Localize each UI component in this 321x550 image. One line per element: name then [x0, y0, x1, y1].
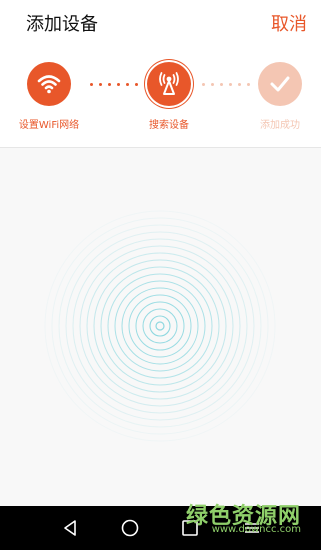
step-3-circle: [258, 62, 302, 106]
dots-done: [90, 83, 138, 87]
step-1-circle: [27, 62, 71, 106]
home-icon[interactable]: [118, 516, 142, 540]
wifi-icon: [37, 75, 61, 94]
check-icon: [270, 76, 290, 92]
header: 添加设备 取消: [0, 0, 321, 44]
search-area: [0, 148, 321, 506]
step-2-circle: [147, 62, 191, 106]
antenna-icon: [159, 72, 179, 95]
page-title: 添加设备: [26, 14, 98, 35]
watermark-url: www.downcc.com: [211, 524, 301, 535]
radar-animation: [44, 210, 276, 442]
cancel-button[interactable]: 取消: [271, 10, 307, 36]
back-icon[interactable]: [58, 516, 82, 540]
step-3-label: 添加成功: [260, 120, 300, 131]
step-1-label: 设置WiFi网络: [18, 120, 80, 131]
dots-pending: [202, 83, 250, 87]
step-progress: 设置WiFi网络 搜索设备 添加成功: [0, 44, 321, 148]
step-2-label: 搜索设备: [149, 120, 189, 131]
